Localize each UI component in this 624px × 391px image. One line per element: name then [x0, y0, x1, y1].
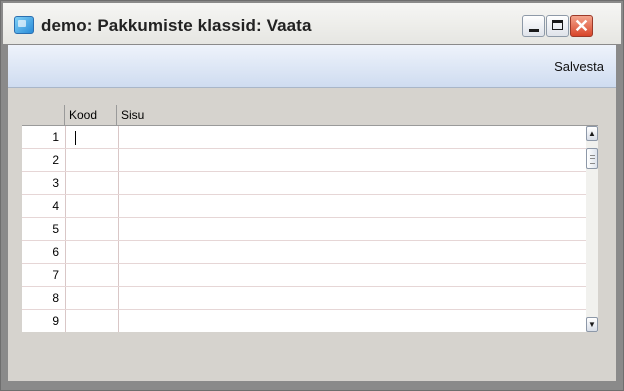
table-row: 7	[22, 264, 586, 287]
chevron-up-icon: ▲	[588, 129, 596, 138]
row-number: 9	[52, 314, 59, 328]
scrollbar-thumb[interactable]	[586, 148, 598, 169]
column-header-kood[interactable]: Kood	[65, 105, 117, 125]
sisu-cell[interactable]	[117, 287, 586, 309]
row-number: 2	[52, 153, 59, 167]
row-number: 3	[52, 176, 59, 190]
kood-cell[interactable]	[65, 310, 119, 332]
row-number: 5	[52, 222, 59, 236]
maximize-button[interactable]	[546, 15, 569, 37]
app-icon[interactable]	[14, 16, 34, 34]
kood-cell[interactable]	[65, 241, 119, 263]
table-row: 9	[22, 310, 586, 333]
sisu-cell[interactable]	[117, 310, 586, 332]
kood-cell[interactable]	[65, 287, 119, 309]
scroll-down-button[interactable]: ▼	[586, 317, 598, 332]
table-row: 8	[22, 287, 586, 310]
kood-cell[interactable]	[65, 149, 119, 171]
window: demo: Pakkumiste klassid: Vaata ✕ Salves…	[0, 0, 624, 391]
sisu-cell[interactable]	[117, 241, 586, 263]
sisu-cell[interactable]	[117, 264, 586, 286]
row-number: 7	[52, 268, 59, 282]
kood-cell[interactable]	[65, 126, 119, 148]
content-area: Kood Sisu 1 2 3 4 5 6 7 8 9 ▲ ▼	[8, 88, 616, 381]
scroll-up-button[interactable]: ▲	[586, 126, 598, 141]
text-caret	[75, 131, 76, 145]
kood-cell[interactable]	[65, 195, 119, 217]
table-row: 1	[22, 126, 586, 149]
save-button[interactable]: Salvesta	[554, 59, 604, 74]
table-row: 3	[22, 172, 586, 195]
kood-cell[interactable]	[65, 172, 119, 194]
table-row: 5	[22, 218, 586, 241]
title-bar[interactable]: demo: Pakkumiste klassid: Vaata ✕	[3, 3, 621, 44]
column-header-sisu[interactable]: Sisu	[117, 105, 598, 125]
kood-cell[interactable]	[65, 264, 119, 286]
sisu-cell[interactable]	[117, 126, 586, 148]
chevron-down-icon: ▼	[588, 320, 596, 329]
minimize-button[interactable]	[522, 15, 545, 37]
sisu-cell[interactable]	[117, 218, 586, 240]
vertical-scrollbar[interactable]: ▲ ▼	[586, 126, 598, 332]
row-number: 4	[52, 199, 59, 213]
table-row: 2	[22, 149, 586, 172]
sisu-cell[interactable]	[117, 172, 586, 194]
row-number: 6	[52, 245, 59, 259]
data-grid: Kood Sisu 1 2 3 4 5 6 7 8 9 ▲ ▼	[22, 105, 598, 332]
column-header-row-number[interactable]	[22, 105, 65, 125]
table-row: 6	[22, 241, 586, 264]
kood-cell[interactable]	[65, 218, 119, 240]
table-row: 4	[22, 195, 586, 218]
window-title: demo: Pakkumiste klassid: Vaata	[41, 16, 312, 35]
sisu-cell[interactable]	[117, 149, 586, 171]
grid-rows: 1 2 3 4 5 6 7 8 9	[22, 126, 586, 332]
close-button[interactable]: ✕	[570, 15, 593, 37]
sisu-cell[interactable]	[117, 195, 586, 217]
row-number: 8	[52, 291, 59, 305]
toolbar: Salvesta	[8, 45, 616, 88]
row-number: 1	[52, 130, 59, 144]
grid-header: Kood Sisu	[22, 105, 598, 126]
close-icon: ✕	[573, 16, 590, 36]
